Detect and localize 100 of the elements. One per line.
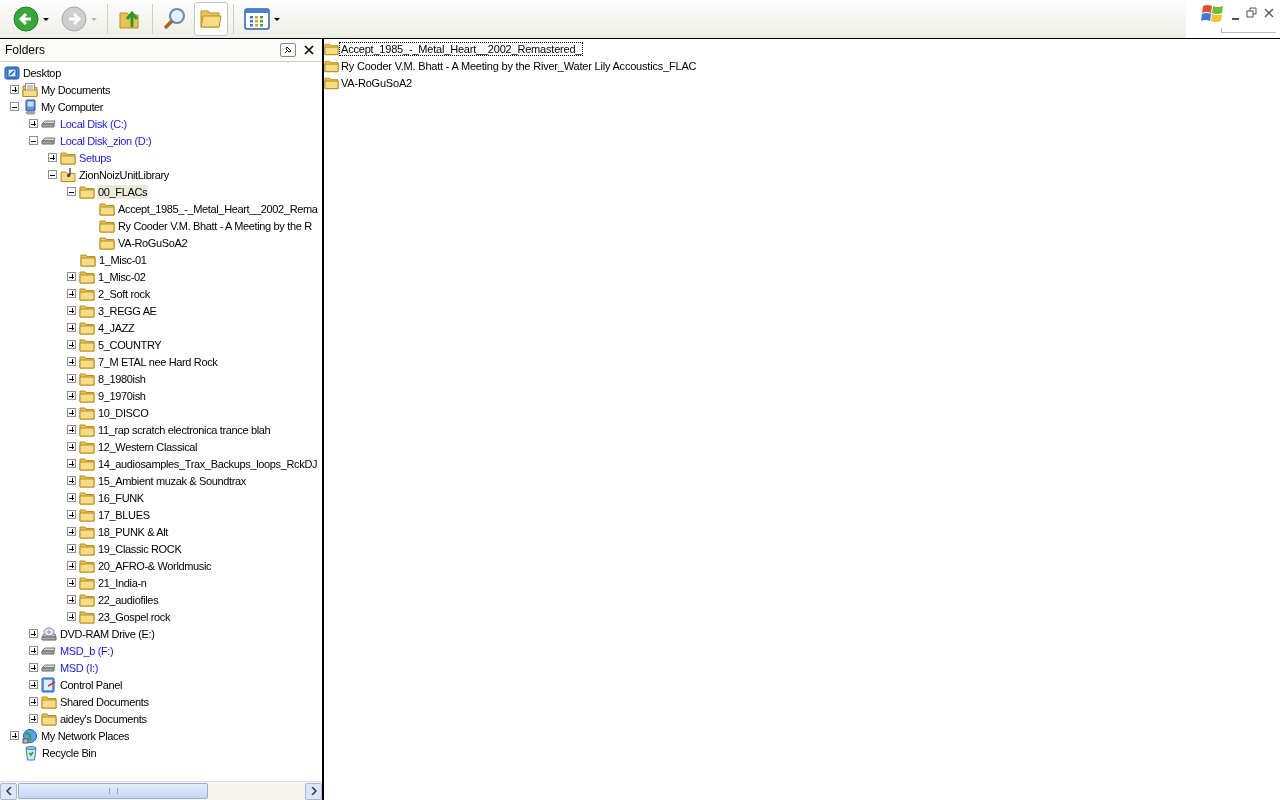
expand-icon[interactable] bbox=[67, 510, 76, 519]
expand-icon[interactable] bbox=[67, 323, 76, 332]
expand-icon[interactable] bbox=[29, 697, 38, 706]
expand-icon[interactable] bbox=[10, 731, 19, 740]
tree-item[interactable]: 10_DISCO bbox=[97, 405, 150, 420]
tree-item[interactable]: 5_COUNTRY bbox=[97, 337, 163, 352]
expand-icon[interactable] bbox=[67, 612, 76, 621]
tree-item[interactable]: DVD-RAM Drive (E:) bbox=[59, 626, 156, 641]
expand-icon[interactable] bbox=[29, 680, 38, 689]
expand-icon[interactable] bbox=[67, 493, 76, 502]
tree-item[interactable]: 11_rap scratch electronica trance blah bbox=[97, 422, 272, 437]
tree-item[interactable]: 22_audiofiles bbox=[97, 592, 160, 607]
tree-item[interactable]: MSD_b (F:) bbox=[59, 643, 115, 658]
expand-icon[interactable] bbox=[67, 527, 76, 536]
folder-icon bbox=[79, 421, 95, 438]
tree-item[interactable]: 8_1980ish bbox=[97, 371, 147, 386]
folder-icon bbox=[60, 149, 76, 166]
scroll-left-button[interactable] bbox=[0, 782, 17, 800]
tree-item[interactable]: 19_Classic ROCK bbox=[97, 541, 183, 556]
scroll-right-button[interactable] bbox=[305, 782, 322, 800]
expand-icon[interactable] bbox=[10, 85, 19, 94]
folder-name[interactable]: Ry Cooder V.M. Bhatt - A Meeting by the River_Water Lily Accoustics_FLAC bbox=[339, 58, 699, 73]
tree-item[interactable]: 2_Soft rock bbox=[97, 286, 151, 301]
tree-item[interactable]: Setups bbox=[78, 150, 113, 165]
tree-item[interactable]: 21_India-n bbox=[97, 575, 148, 590]
tree-item[interactable]: 3_REGG AE bbox=[97, 303, 158, 318]
expand-icon[interactable] bbox=[67, 561, 76, 570]
expand-icon[interactable] bbox=[67, 476, 76, 485]
expand-icon[interactable] bbox=[29, 119, 38, 128]
expand-icon[interactable] bbox=[67, 578, 76, 587]
tree-item[interactable]: My Documents bbox=[40, 82, 112, 97]
tree-item[interactable]: 1_Misc-01 bbox=[98, 252, 148, 267]
tree-item[interactable]: 16_FUNK bbox=[97, 490, 145, 505]
expand-icon[interactable] bbox=[67, 459, 76, 468]
tree-item[interactable]: 9_1970ish bbox=[97, 388, 147, 403]
expand-icon[interactable] bbox=[67, 442, 76, 451]
folder-icon bbox=[79, 404, 95, 421]
folder-icon bbox=[79, 438, 95, 455]
tree-item[interactable]: 14_audiosamples_Trax_Backups_loops_RckDJ bbox=[97, 456, 319, 471]
tree-item[interactable]: Accept_1985_-_Metal_Heart__2002_Rema bbox=[117, 201, 319, 216]
expand-icon[interactable] bbox=[67, 306, 76, 315]
folder-icon bbox=[79, 336, 95, 353]
folder-name[interactable]: Accept_1985_-_Metal_Heart__2002_Remastered_ bbox=[339, 41, 584, 56]
tree-item[interactable]: 7_M ETAL nee Hard Rock bbox=[97, 354, 219, 369]
expand-icon[interactable] bbox=[67, 595, 76, 604]
expand-icon[interactable] bbox=[29, 663, 38, 672]
expand-icon[interactable] bbox=[67, 340, 76, 349]
tree-item[interactable]: Control Panel bbox=[59, 677, 124, 692]
expand-icon[interactable] bbox=[67, 272, 76, 281]
tree-item[interactable]: 12_Western Classical bbox=[97, 439, 199, 454]
close-button[interactable] bbox=[1262, 6, 1276, 20]
tree-item[interactable]: 4_JAZZ bbox=[97, 320, 136, 335]
expand-icon[interactable] bbox=[67, 391, 76, 400]
tree-item[interactable]: 1_Misc-02 bbox=[97, 269, 147, 284]
collapse-icon[interactable] bbox=[10, 102, 19, 111]
expand-icon[interactable] bbox=[67, 357, 76, 366]
collapse-icon[interactable] bbox=[67, 187, 76, 196]
folder-name[interactable]: VA-RoGuSoA2 bbox=[339, 75, 414, 90]
tree-item[interactable]: Shared Documents bbox=[59, 694, 150, 709]
desktop-icon bbox=[4, 64, 20, 81]
tree-item[interactable]: ZionNoizUnitLibrary bbox=[78, 167, 170, 182]
expand-icon[interactable] bbox=[67, 289, 76, 298]
tree-item[interactable]: 17_BLUES bbox=[97, 507, 151, 522]
expand-icon[interactable] bbox=[29, 714, 38, 723]
restore-icon bbox=[1245, 6, 1259, 20]
folder-icon bbox=[79, 540, 95, 557]
folder-icon bbox=[41, 710, 57, 727]
restore-button[interactable] bbox=[1245, 6, 1259, 20]
folder-icon bbox=[79, 506, 95, 523]
tree-item[interactable]: My Network Places bbox=[40, 728, 131, 743]
collapse-icon[interactable] bbox=[48, 170, 57, 179]
expand-icon[interactable] bbox=[29, 629, 38, 638]
scrollbar-thumb[interactable] bbox=[18, 783, 208, 799]
tree-item[interactable]: 15_Ambient muzak & Soundtrax bbox=[97, 473, 247, 488]
folder-icon bbox=[79, 523, 95, 540]
recycle-bin-icon bbox=[23, 744, 39, 761]
collapse-icon[interactable] bbox=[29, 136, 38, 145]
expand-icon[interactable] bbox=[48, 153, 57, 162]
expand-icon[interactable] bbox=[29, 646, 38, 655]
expand-icon[interactable] bbox=[67, 544, 76, 553]
expand-icon[interactable] bbox=[67, 374, 76, 383]
folder-icon bbox=[99, 200, 115, 217]
tree-item[interactable]: 18_PUNK & Alt bbox=[97, 524, 170, 539]
tree-item[interactable]: 23_Gospel rock bbox=[97, 609, 172, 624]
expand-icon[interactable] bbox=[67, 425, 76, 434]
pin-button[interactable] bbox=[280, 43, 296, 57]
folder-icon bbox=[99, 217, 115, 234]
expand-icon[interactable] bbox=[67, 408, 76, 417]
tree-item[interactable]: My Computer bbox=[40, 99, 105, 114]
folder-icon bbox=[79, 472, 95, 489]
tree-item[interactable]: Desktop bbox=[22, 65, 62, 80]
tree-item[interactable]: Recycle Bin bbox=[41, 745, 98, 760]
tree-item[interactable]: Local Disk (C:) bbox=[59, 116, 128, 131]
tree-item[interactable]: 20_AFRO-& Worldmusic bbox=[97, 558, 213, 573]
tree-item[interactable]: aidey's Documents bbox=[59, 711, 148, 726]
tree-item[interactable]: Local Disk_zion (D:) bbox=[59, 133, 153, 148]
tree-item[interactable]: VA-RoGuSoA2 bbox=[117, 235, 189, 250]
tree-item[interactable]: MSD (I:) bbox=[59, 660, 100, 675]
tree-item[interactable]: 00_FLACs bbox=[97, 184, 149, 199]
tree-item[interactable]: Ry Cooder V.M. Bhatt - A Meeting by the R bbox=[117, 218, 313, 233]
